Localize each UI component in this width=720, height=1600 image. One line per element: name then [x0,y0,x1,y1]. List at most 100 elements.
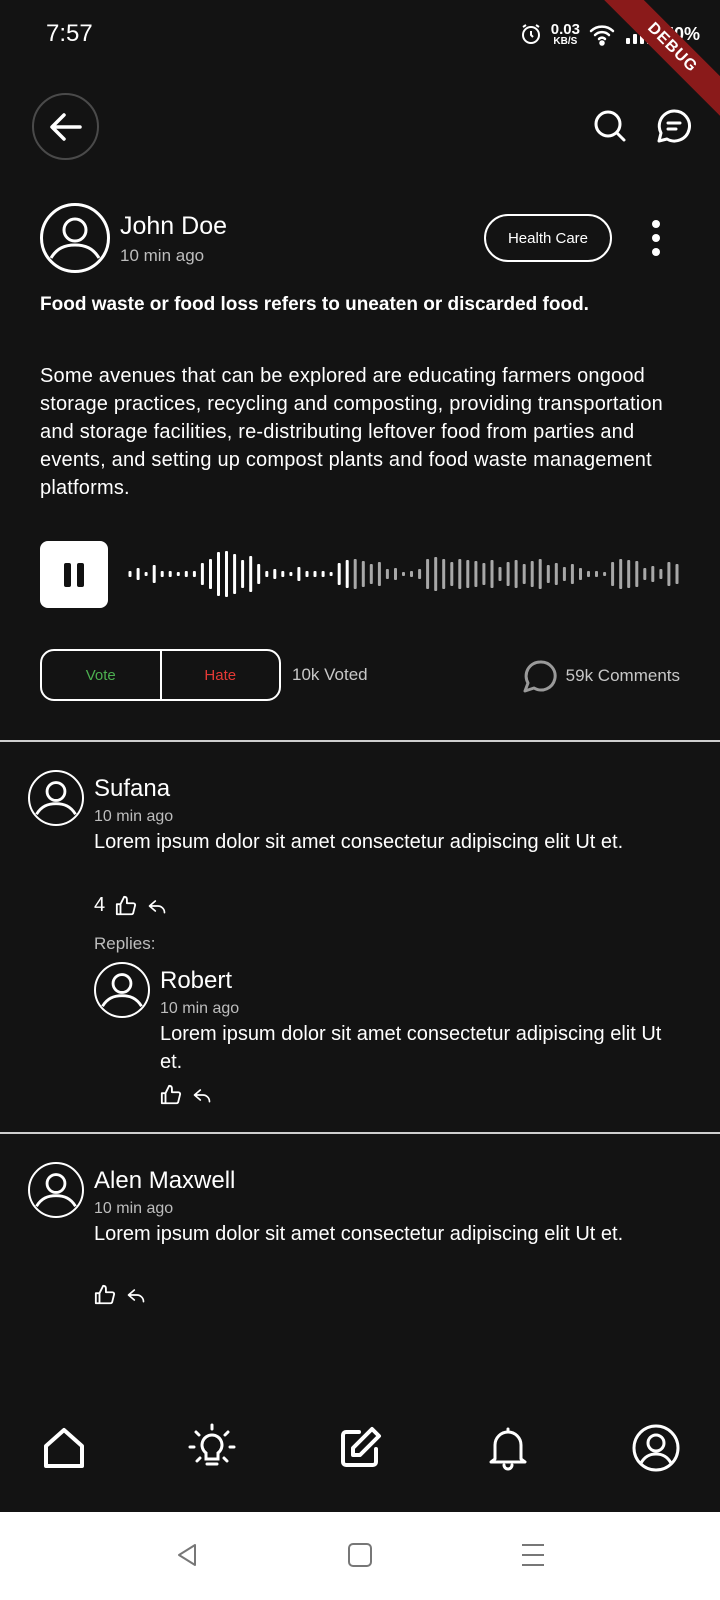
menu-lines-icon [519,1541,547,1569]
nav-ideas[interactable] [186,1422,238,1474]
waveform-bar [450,562,454,586]
waveform-bar [265,571,269,577]
arrow-left-icon [46,107,86,147]
waveform-bar [225,551,228,597]
waveform-bar [667,562,671,586]
wifi-icon [588,22,616,46]
waveform-bar [570,564,574,584]
waveform-bar [385,569,389,579]
author-name[interactable]: John Doe [120,212,227,241]
dot [652,220,660,228]
alarm-icon [519,22,543,46]
search-button[interactable] [590,106,630,146]
waveform-bar [611,562,615,586]
post-title: Food waste or food loss refers to uneate… [40,294,589,315]
system-menu-button[interactable] [516,1538,550,1572]
reply-avatar[interactable] [94,962,150,1018]
audio-waveform[interactable] [126,548,681,600]
edit-icon [337,1425,383,1471]
waveform-bar [635,561,639,587]
nav-home[interactable] [38,1422,90,1474]
nav-create[interactable] [334,1422,386,1474]
comment-actions [94,1284,146,1306]
thumbs-up-icon[interactable] [94,1284,116,1306]
waveform-bar [289,572,293,576]
waveform-bar [514,560,518,588]
waveform-bar [345,560,349,588]
waveform-bar [329,572,333,576]
waveform-bar [192,571,196,577]
thumbs-up-icon[interactable] [115,895,137,917]
reply-text: Lorem ipsum dolor sit amet consectetur a… [160,1023,662,1073]
reply-icon[interactable] [192,1085,212,1105]
pause-icon-bar [64,562,71,587]
network-speed: 0.03 KB/S [551,22,580,47]
bottom-navigation [0,1400,720,1510]
vote-toggle: Vote Hate [40,649,281,701]
waveform-bar [619,559,623,589]
lightbulb-icon [187,1423,237,1473]
pause-button[interactable] [40,541,108,608]
waveform-bar [273,569,277,579]
waveform-bar [369,564,373,584]
reply-icon[interactable] [147,896,167,916]
author-avatar[interactable] [40,203,110,273]
waveform-bar [442,559,446,589]
waveform-bar [184,571,188,577]
status-time: 7:57 [46,20,93,47]
waveform-bar [643,568,647,580]
waveform-bar [361,561,365,587]
waveform-bar [257,564,261,584]
waveform-bar [136,568,140,580]
waveform-bar [353,559,357,589]
user-icon [30,772,82,824]
comments-count-button[interactable]: 59k Comments [522,658,680,694]
waveform-bar [627,560,631,588]
waveform-bar [241,560,245,588]
messages-button[interactable] [654,106,694,146]
dot [652,248,660,256]
waveform-bar [144,572,148,576]
thumbs-up-icon[interactable] [160,1084,182,1106]
comment-author[interactable]: Sufana [94,775,170,803]
waveform-bar [297,567,301,581]
waveform-bar [128,571,132,577]
post-body: Some avenues that can be explored are ed… [40,365,664,499]
comment-author[interactable]: Alen Maxwell [94,1167,235,1195]
post-time: 10 min ago [120,246,205,265]
waveform-bar [546,565,550,583]
waveform-bar [554,563,558,585]
comment-avatar[interactable] [28,1162,84,1218]
user-icon [43,206,107,270]
divider [0,1132,720,1134]
more-options-button[interactable] [646,220,666,256]
comment-text: Lorem ipsum dolor sit amet consectetur a… [94,831,624,853]
system-home-button[interactable] [343,1538,377,1572]
waveform-bar [313,571,317,577]
reply-author[interactable]: Robert [160,967,232,995]
hate-button[interactable]: Hate [162,651,280,699]
waveform-bar [377,562,381,586]
comment-time: 10 min ago [94,808,174,825]
replies-label: Replies: [94,934,156,953]
waveform-bar [152,565,156,583]
pause-icon-bar [77,562,84,587]
waveform-bar [562,567,566,581]
waveform-bar [209,559,212,589]
waveform-bar [587,571,590,577]
waveform-bar [160,571,164,577]
nav-profile[interactable] [630,1422,682,1474]
back-button[interactable] [32,93,99,160]
nav-notifications[interactable] [482,1422,534,1474]
waveform-bar [490,560,494,588]
waveform-bar [337,563,341,585]
user-icon [96,964,148,1016]
system-back-button[interactable] [170,1538,204,1572]
vote-button[interactable]: Vote [42,651,162,699]
comment-avatar[interactable] [28,770,84,826]
system-navigation-bar [0,1512,720,1600]
waveform-bar [434,557,438,591]
comment-text: Lorem ipsum dolor sit amet consectetur a… [94,1223,624,1245]
category-tag[interactable]: Health Care [484,214,612,262]
reply-icon[interactable] [126,1285,146,1305]
